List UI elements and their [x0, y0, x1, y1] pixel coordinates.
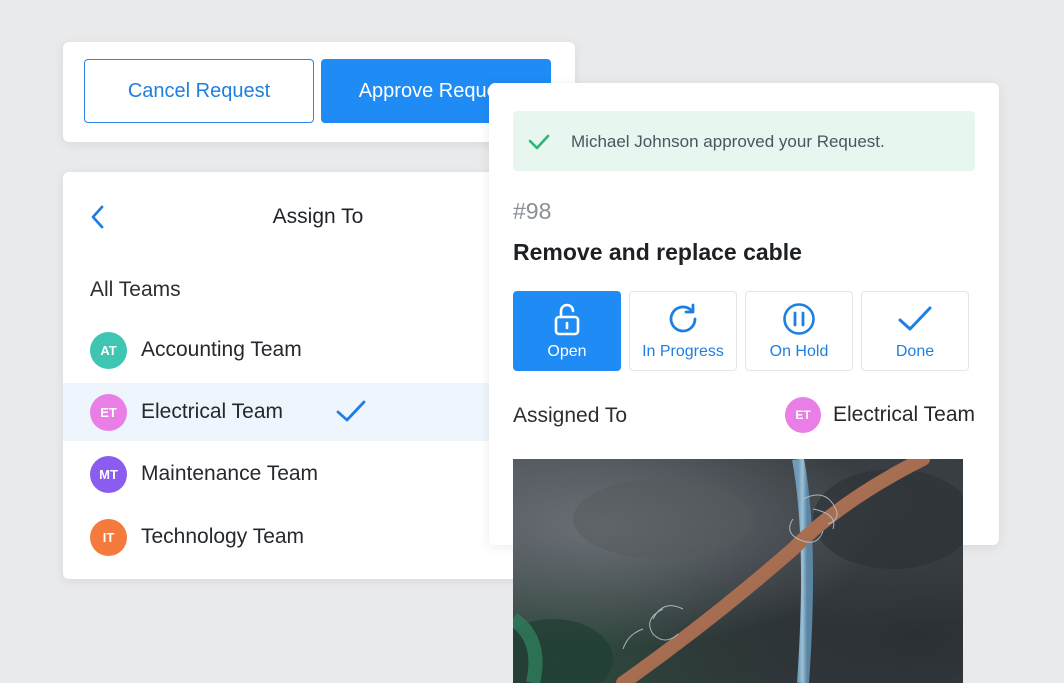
assigned-team-name: Electrical Team — [833, 403, 975, 426]
team-name: Maintenance Team — [141, 462, 319, 485]
status-on-hold-button[interactable]: On Hold — [745, 291, 853, 371]
check-icon — [336, 400, 366, 422]
avatar: IT — [90, 518, 127, 556]
refresh-icon — [669, 303, 697, 333]
team-name: Electrical Team — [141, 400, 283, 423]
team-name: Accounting Team — [141, 338, 302, 361]
approval-notice: Michael Johnson approved your Request. — [513, 111, 975, 171]
team-name: Technology Team — [141, 525, 305, 548]
notice-text: Michael Johnson approved your Request. — [571, 132, 885, 151]
assign-to-panel: Assign To All Teams AT Accounting Team E… — [63, 172, 553, 579]
avatar: ET — [90, 393, 127, 431]
assign-to-title: Assign To — [272, 205, 364, 228]
cable-photo-image — [513, 459, 963, 683]
status-label: On Hold — [769, 343, 829, 360]
avatar: AT — [90, 331, 127, 369]
request-title: Remove and replace cable — [513, 239, 802, 265]
team-item-maintenance[interactable]: MT Maintenance Team — [63, 445, 553, 503]
check-icon — [528, 134, 550, 150]
all-teams-label: All Teams — [90, 278, 181, 301]
team-item-technology[interactable]: IT Technology Team — [63, 508, 553, 566]
status-open-button[interactable]: Open — [513, 291, 621, 371]
assigned-to-label: Assigned To — [513, 404, 628, 427]
avatar: ET — [785, 397, 821, 433]
request-id: #98 — [513, 198, 552, 224]
status-label: In Progress — [642, 343, 724, 360]
status-done-button[interactable]: Done — [861, 291, 969, 371]
status-label: Open — [547, 343, 587, 360]
team-item-electrical[interactable]: ET Electrical Team — [63, 383, 553, 441]
check-icon — [898, 306, 932, 331]
team-item-accounting[interactable]: AT Accounting Team — [63, 321, 553, 379]
avatar: MT — [90, 455, 127, 493]
cable-photo — [513, 459, 963, 683]
cancel-request-button[interactable]: Cancel Request — [84, 59, 314, 123]
pause-icon — [783, 303, 815, 335]
unlock-icon — [554, 303, 580, 336]
status-in-progress-button[interactable]: In Progress — [629, 291, 737, 371]
status-label: Done — [895, 343, 935, 360]
assigned-team: ET Electrical Team — [785, 397, 975, 433]
